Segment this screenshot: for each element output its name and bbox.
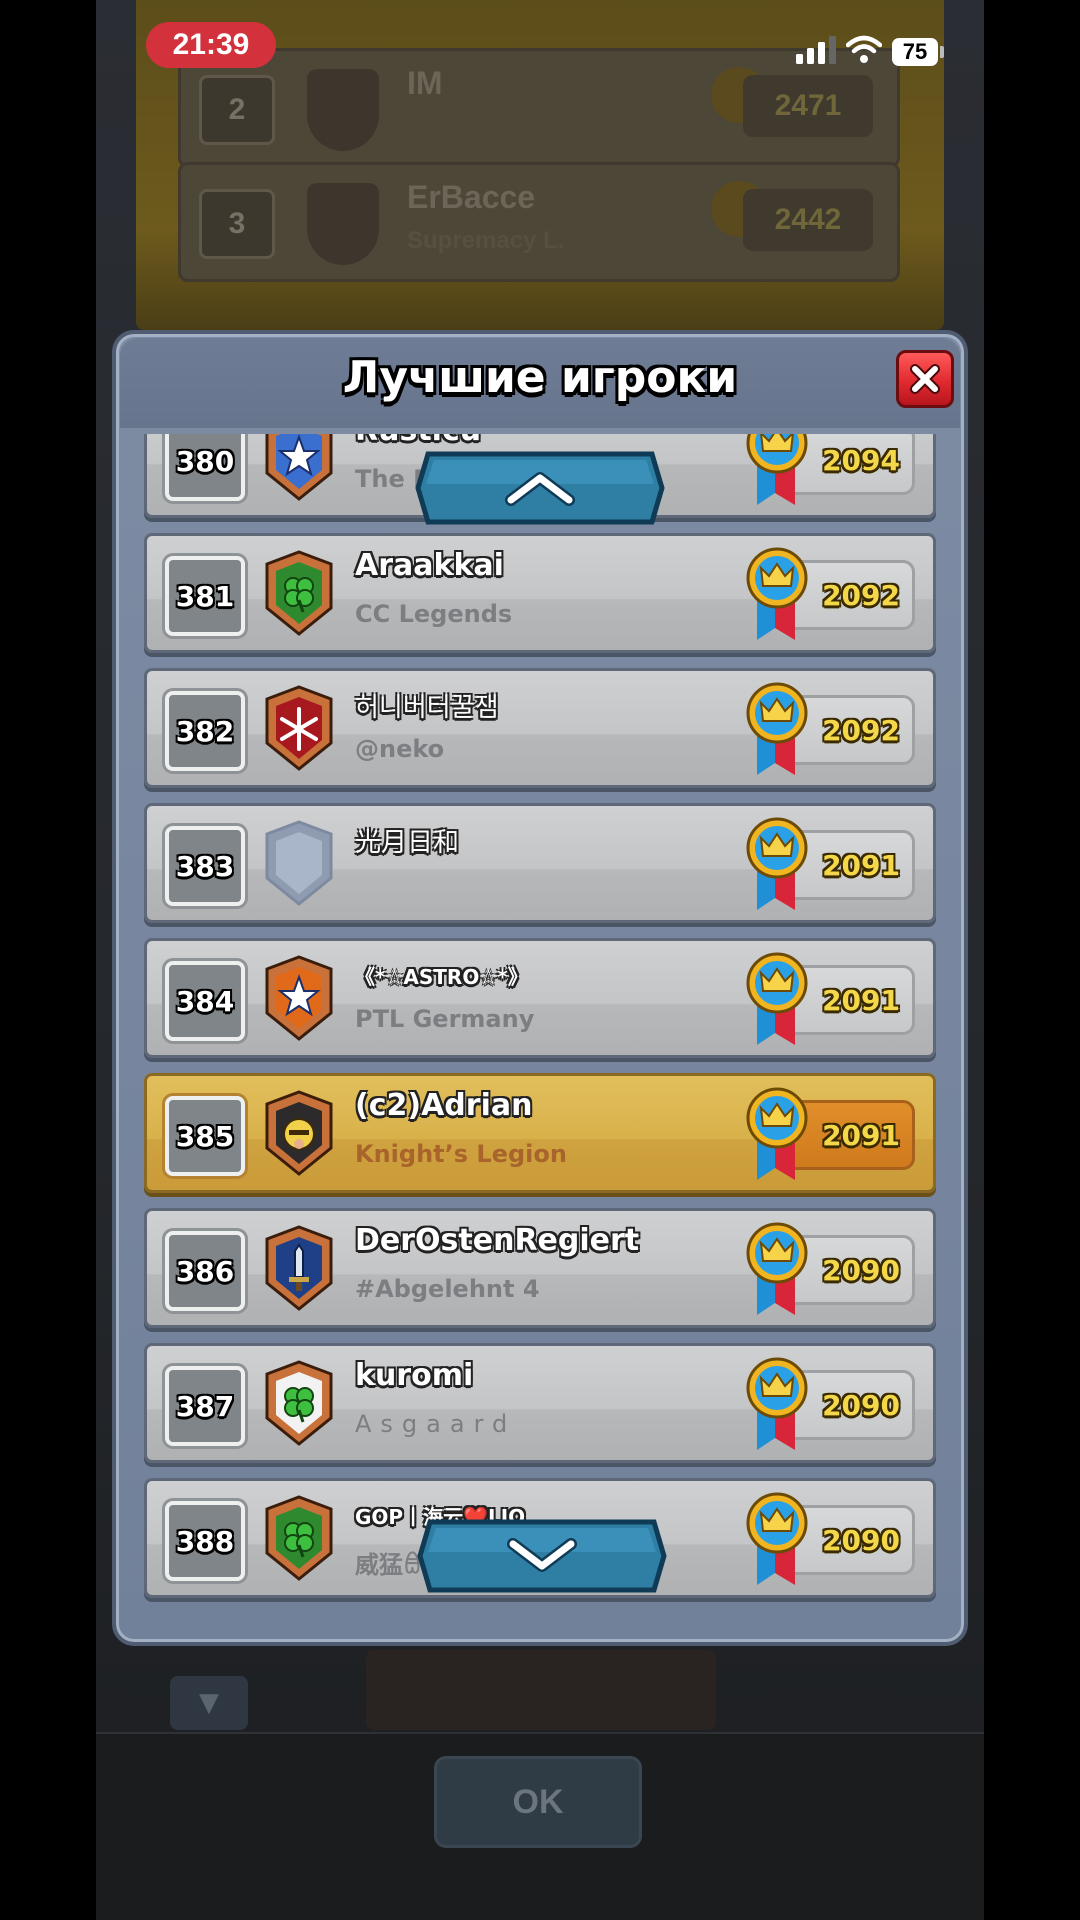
battery-indicator: 75 [892, 38, 938, 66]
player-rank: 381 [165, 556, 245, 636]
close-button[interactable] [896, 350, 954, 408]
scroll-down-button[interactable] [416, 1518, 668, 1594]
dialog-title: Лучшие игроки [342, 352, 738, 403]
chevron-down-icon [507, 1538, 577, 1572]
players-list[interactable]: 380RusticuThe R2094381AraakkaiCC Legends… [144, 434, 936, 1620]
clan-name: Knight’s Legion [355, 1140, 567, 1168]
crown-medal-icon [745, 546, 809, 644]
status-time: 21:39 [146, 22, 276, 68]
player-rank: 385 [165, 1096, 245, 1176]
crown-medal-icon [745, 951, 809, 1049]
crown-medal-icon [745, 1356, 809, 1454]
background-clan-name: Supremacy L. [407, 227, 565, 254]
clan-name: PTL Germany [355, 1005, 535, 1033]
background-rank: 2 [199, 75, 275, 145]
cellular-signal-icon [796, 36, 836, 64]
clan-badge-icon [307, 69, 379, 151]
player-rank: 383 [165, 826, 245, 906]
crown-medal-icon [745, 1086, 809, 1184]
scroll-up-button[interactable] [414, 450, 666, 526]
chest-icon [366, 1650, 716, 1730]
clan-badge-icon [263, 685, 335, 771]
player-name: 光月日和 [355, 828, 460, 858]
player-name: 《*☆ASTRO☆*》 [355, 965, 528, 989]
clan-badge-icon [263, 550, 335, 636]
clan-badge-icon [263, 434, 335, 501]
crown-medal-icon [745, 1221, 809, 1319]
player-name: Araakkai [355, 548, 504, 583]
clan-badge-icon [307, 183, 379, 265]
player-row[interactable]: 386 DerOstenRegiert #Abgelehnt 4 2090 [144, 1208, 936, 1328]
clan-badge-icon [263, 1090, 335, 1176]
chevron-down-icon: ▼ [170, 1676, 248, 1730]
crown-medal-icon [745, 1491, 809, 1589]
background-row: 3 ErBacce Supremacy L. 2442 [178, 162, 900, 282]
player-row[interactable]: 381 Araakkai CC Legends 2092 [144, 533, 936, 653]
clan-badge-icon [263, 1360, 335, 1446]
player-rank: 382 [165, 691, 245, 771]
clan-name: 威猛ꎂ [355, 1551, 422, 1579]
background-player-name: IM [407, 65, 443, 101]
player-row-current[interactable]: 385 (c2)Adrian Knight’s Legion 2091 [144, 1073, 936, 1193]
crown-medal-icon [745, 816, 809, 914]
player-name: kuromi [355, 1358, 474, 1393]
clan-badge-icon [263, 1225, 335, 1311]
player-row[interactable]: 384 《*☆ASTRO☆*》 PTL Germany 2091 [144, 938, 936, 1058]
clan-name: CC Legends [355, 600, 513, 628]
player-name: DerOstenRegiert [355, 1223, 640, 1258]
crown-medal-icon [745, 681, 809, 779]
clan-badge-icon [263, 955, 335, 1041]
clan-badge-icon [263, 1495, 335, 1581]
player-rank: 380 [165, 434, 245, 501]
player-row[interactable]: 383 光月日和 2091 [144, 803, 936, 923]
player-row[interactable]: 387 kuromi Asgaard 2090 [144, 1343, 936, 1463]
background-player-name: ErBacce [407, 179, 536, 215]
clan-name: Asgaard [355, 1410, 517, 1438]
crown-medal-icon [745, 434, 809, 509]
player-row[interactable]: 382 허니버터꿀잼 @neko 2092 [144, 668, 936, 788]
wifi-icon [846, 35, 882, 63]
player-rank: 387 [165, 1366, 245, 1446]
background-score: 2442 [743, 189, 873, 251]
player-name: 허니버터꿀잼 [355, 693, 499, 723]
background-rank: 3 [199, 189, 275, 259]
player-rank: 384 [165, 961, 245, 1041]
ok-button: OK [434, 1756, 642, 1848]
background-row: 2 IM 2471 [178, 48, 900, 168]
clan-name: #Abgelehnt 4 [355, 1275, 540, 1303]
chevron-up-icon [505, 472, 575, 506]
background-score: 2471 [743, 75, 873, 137]
battery-tip [940, 46, 944, 58]
player-name: Rusticu [355, 434, 481, 448]
top-players-dialog: Лучшие игроки 380RusticuThe R2094381Araa… [112, 330, 968, 1646]
close-x-icon [910, 364, 940, 394]
clan-name: @neko [355, 735, 445, 763]
clan-badge-icon [263, 820, 335, 906]
player-rank: 386 [165, 1231, 245, 1311]
player-name: (c2)Adrian [355, 1088, 533, 1123]
player-rank: 388 [165, 1501, 245, 1581]
